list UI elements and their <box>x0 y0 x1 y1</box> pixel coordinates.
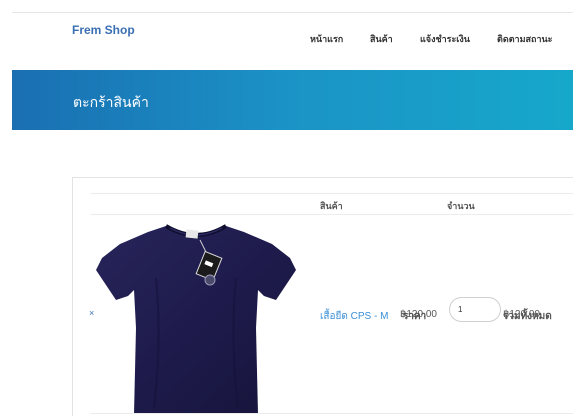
product-subtotal: ฿120.00 <box>503 309 540 320</box>
table-header-bottom-border <box>90 214 573 215</box>
column-header-product: สินค้า <box>320 201 343 211</box>
page-title: ตะกร้าสินค้า <box>73 94 149 110</box>
nav-item-tracking[interactable]: ติดตามสถานะ <box>497 32 553 46</box>
table-row-bottom-border <box>90 413 573 414</box>
site-brand[interactable]: Frem Shop <box>72 23 135 37</box>
column-header-quantity: จำนวน <box>447 201 475 211</box>
product-name-link[interactable]: เสื้อยืด CPS - M <box>320 309 388 324</box>
table-header-top-border <box>90 193 573 194</box>
nav-item-home[interactable]: หน้าแรก <box>310 32 343 46</box>
nav-item-payment[interactable]: แจ้งชำระเงิน <box>420 32 470 46</box>
header-divider <box>12 12 573 13</box>
remove-item-button[interactable]: × <box>89 308 94 318</box>
nav-item-products[interactable]: สินค้า <box>370 32 393 46</box>
product-price: ฿120.00 <box>400 309 437 320</box>
quantity-input[interactable] <box>449 297 501 322</box>
page-banner: ตะกร้าสินค้า <box>12 70 573 130</box>
product-thumbnail[interactable] <box>96 218 296 414</box>
